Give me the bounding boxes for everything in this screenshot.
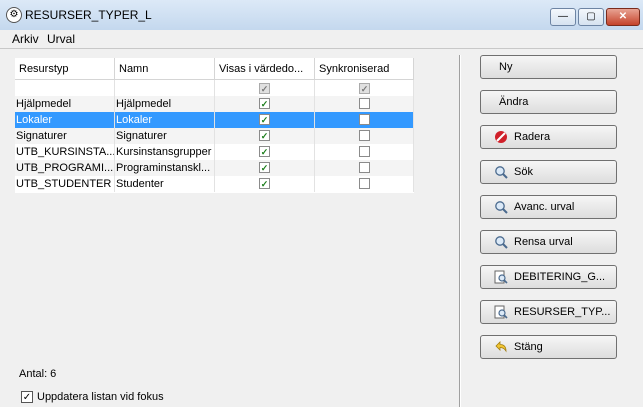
radera-button[interactable]: Radera [480, 125, 617, 149]
resource-type-table[interactable]: Resurstyp Namn Visas i värdedo... Synkro… [15, 58, 414, 193]
cell-resurstyp[interactable]: UTB_PROGRAMI... [15, 160, 115, 176]
button-label: Sök [514, 166, 533, 178]
cell-synk[interactable] [315, 160, 414, 176]
window-title: RESURSER_TYPER_L [25, 8, 152, 22]
cell-resurstyp[interactable]: UTB_STUDENTER [15, 176, 115, 192]
cell-synk[interactable] [315, 176, 414, 192]
menu-bar: Arkiv Urval [0, 30, 643, 48]
title-bar[interactable]: ⚙ RESURSER_TYPER_L — ▢ ✕ [0, 0, 643, 31]
table-row[interactable]: UTB_PROGRAMI... Programinstanskl... ✓ [15, 160, 414, 176]
table-row[interactable]: UTB_STUDENTER Studenter ✓ [15, 176, 414, 192]
visas-checkbox[interactable]: ✓ [259, 114, 270, 125]
menu-divider [0, 48, 643, 49]
cell-resurstyp[interactable]: UTB_KURSINSTA... [15, 144, 115, 160]
button-label: RESURSER_TYP... [514, 306, 611, 318]
button-label: Ändra [499, 96, 529, 108]
visas-checkbox[interactable]: ✓ [259, 162, 270, 173]
cell-synk[interactable] [315, 96, 414, 112]
cell-resurstyp[interactable]: Lokaler [15, 112, 115, 128]
button-label: Avanc. urval [514, 201, 575, 213]
visas-checkbox[interactable]: ✓ [259, 130, 270, 141]
button-label: Rensa urval [514, 236, 573, 248]
cell-visas[interactable]: ✓ [215, 144, 315, 160]
cell-namn[interactable]: Kursinstansgrupper [115, 144, 215, 160]
cell-namn[interactable]: Signaturer [115, 128, 215, 144]
cell-namn[interactable]: Lokaler [115, 112, 215, 128]
cell-synk[interactable] [315, 144, 414, 160]
menu-urval[interactable]: Urval [47, 32, 75, 46]
filter-row[interactable]: ✓ ✓ [15, 80, 414, 97]
button-label: Ny [499, 61, 513, 73]
col-header-resurstyp[interactable]: Resurstyp [15, 58, 115, 80]
close-icon[interactable]: ✕ [606, 8, 640, 26]
filter-synk-checkbox[interactable]: ✓ [359, 83, 370, 94]
cell-namn[interactable]: Programinstanskl... [115, 160, 215, 176]
table-row[interactable]: UTB_KURSINSTA... Kursinstansgrupper ✓ [15, 144, 414, 160]
cell-visas[interactable]: ✓ [215, 96, 315, 112]
col-header-visas[interactable]: Visas i värdedo... [215, 58, 315, 80]
debitering-button[interactable]: DEBITERING_G... [480, 265, 617, 289]
synk-checkbox[interactable] [359, 178, 370, 189]
button-label: Radera [514, 131, 551, 143]
cell-visas[interactable]: ✓ [215, 128, 315, 144]
andra-button[interactable]: Ändra [480, 90, 617, 114]
col-header-synkroniserad[interactable]: Synkroniserad [315, 58, 414, 80]
sok-button[interactable]: Sök [480, 160, 617, 184]
app-icon: ⚙ [6, 7, 22, 23]
cell-namn[interactable]: Studenter [115, 176, 215, 192]
minimize-icon[interactable]: — [550, 8, 576, 26]
cell-synk[interactable] [315, 128, 414, 144]
filter-cell-resurstyp[interactable] [15, 80, 115, 96]
cell-visas[interactable]: ✓ [215, 112, 315, 128]
button-label: DEBITERING_G... [514, 271, 606, 283]
rensa-urval-button[interactable]: Rensa urval [480, 230, 617, 254]
table-row[interactable]: Signaturer Signaturer ✓ [15, 128, 414, 144]
filter-visas-checkbox[interactable]: ✓ [259, 83, 270, 94]
filter-cell-synk[interactable]: ✓ [315, 80, 414, 96]
refresh-on-focus-label: Uppdatera listan vid fokus [37, 391, 164, 403]
visas-checkbox[interactable]: ✓ [259, 146, 270, 157]
app-window: ⚙ RESURSER_TYPER_L — ▢ ✕ Arkiv Urval Res… [0, 0, 643, 407]
maximize-icon[interactable]: ▢ [578, 8, 604, 26]
resurser-typ-button[interactable]: RESURSER_TYP... [480, 300, 617, 324]
refresh-on-focus-checkbox[interactable]: ✓ [21, 391, 33, 403]
synk-checkbox[interactable] [359, 162, 370, 173]
filter-cell-visas[interactable]: ✓ [215, 80, 315, 96]
panel-divider-highlight [460, 55, 461, 407]
cell-visas[interactable]: ✓ [215, 176, 315, 192]
synk-checkbox[interactable] [359, 130, 370, 141]
synk-checkbox[interactable] [359, 98, 370, 109]
stang-button[interactable]: Stäng [480, 335, 617, 359]
filter-cell-namn[interactable] [115, 80, 215, 96]
cell-synk[interactable] [315, 112, 414, 128]
menu-arkiv[interactable]: Arkiv [12, 32, 39, 46]
cell-resurstyp[interactable]: Hjälpmedel [15, 96, 115, 112]
synk-checkbox[interactable] [359, 114, 370, 125]
table-row[interactable]: Hjälpmedel Hjälpmedel ✓ [15, 96, 414, 112]
cell-visas[interactable]: ✓ [215, 160, 315, 176]
table-row[interactable]: Lokaler Lokaler ✓ [15, 112, 414, 128]
ny-button[interactable]: Ny [480, 55, 617, 79]
col-header-namn[interactable]: Namn [115, 58, 215, 80]
cell-resurstyp[interactable]: Signaturer [15, 128, 115, 144]
visas-checkbox[interactable]: ✓ [259, 178, 270, 189]
avanc-urval-button[interactable]: Avanc. urval [480, 195, 617, 219]
button-label: Stäng [514, 341, 543, 353]
synk-checkbox[interactable] [359, 146, 370, 157]
cell-namn[interactable]: Hjälpmedel [115, 96, 215, 112]
visas-checkbox[interactable]: ✓ [259, 98, 270, 109]
row-count: Antal: 6 [19, 368, 57, 380]
